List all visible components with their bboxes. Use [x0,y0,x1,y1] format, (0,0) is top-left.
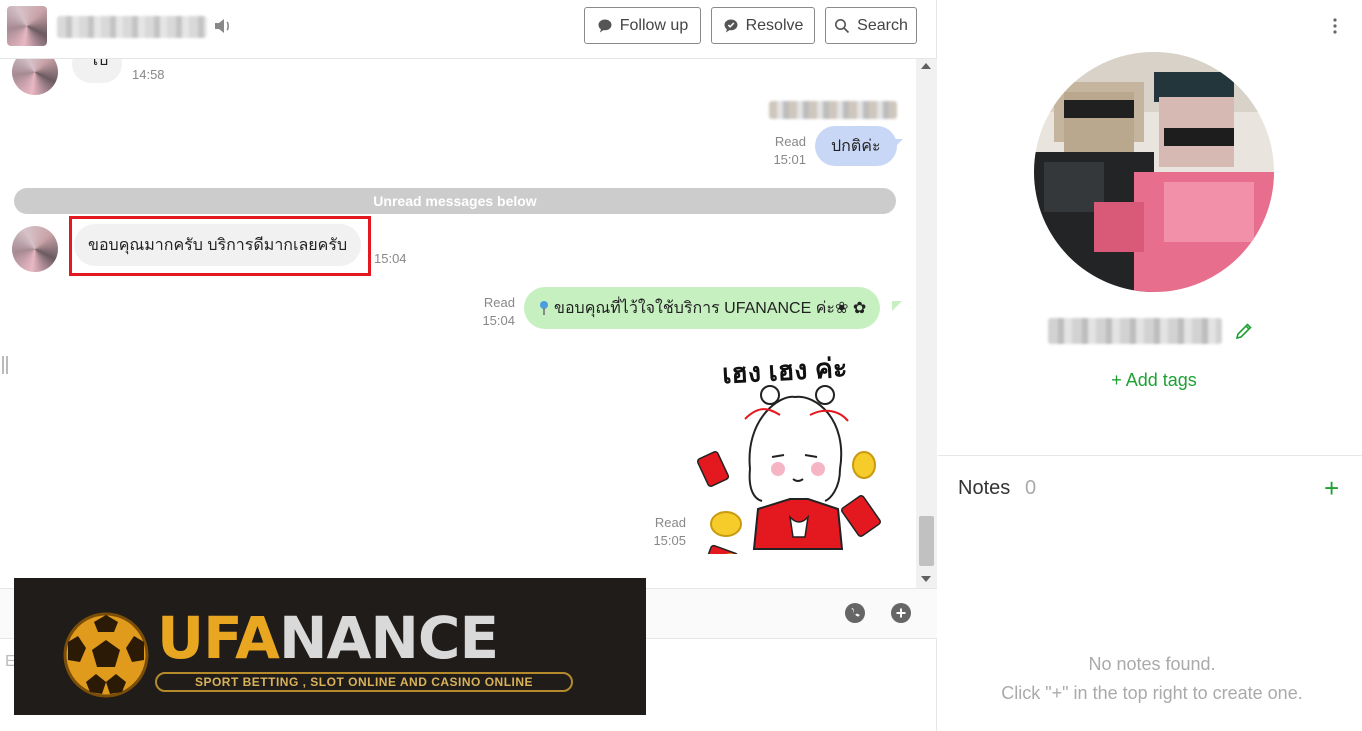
search-button[interactable]: Search [825,7,917,44]
scroll-thumb[interactable] [919,516,934,566]
contact-avatar[interactable] [7,6,47,46]
agent-name-redacted [769,101,897,119]
pin-icon [540,301,548,315]
profile-panel: + Add tags [938,0,1362,456]
soccer-ball-icon [63,612,149,698]
brand-text-rest: NANCE [278,604,499,672]
resolve-icon [724,19,738,32]
message-list[interactable]: ไป 14:58 Read 15:01 ปกติค่ะ Unread messa… [0,59,916,588]
message-text: ปกติค่ะ [831,137,881,155]
message-meta: Read 15:01 [762,133,806,169]
brand-logo-text: UFANANCE [157,608,499,668]
resolve-button[interactable]: Resolve [711,7,815,44]
contact-name-redacted [57,16,207,38]
add-note-button[interactable]: + [1324,475,1339,501]
call-icon[interactable] [844,602,866,624]
sender-avatar[interactable] [12,226,58,272]
edit-name-icon[interactable] [1234,321,1254,341]
chat-pane: Follow up Resolve Search ไป 14:58 Read 1 [0,0,937,731]
unread-divider: Unread messages below [14,188,896,214]
more-options-icon[interactable] [1332,16,1338,36]
speaker-icon[interactable] [213,16,233,36]
message-time: 15:05 [653,533,686,548]
follow-up-button[interactable]: Follow up [584,7,701,44]
bubble-tail [893,139,903,149]
message-bubble-outgoing[interactable]: ปกติค่ะ [815,126,897,166]
search-label: Search [857,16,908,34]
message-text: ขอบคุณที่ไว้ใจใช้บริการ UFANANCE ค่ะ❀ ✿ [554,299,867,317]
bubble-tail [892,301,902,311]
notes-title: Notes [958,477,1011,499]
read-status: Read [774,134,806,149]
resize-handle[interactable] [2,356,8,374]
add-tags-button[interactable]: + Add tags [938,370,1362,391]
read-status: Read [654,515,686,530]
brand-banner: UFANANCE SPORT BETTING , SLOT ONLINE AND… [14,578,646,715]
message-meta: Read 15:05 [642,514,686,550]
message-time: 15:01 [773,152,806,167]
message-bubble-outgoing[interactable]: ขอบคุณที่ไว้ใจใช้บริการ UFANANCE ค่ะ❀ ✿ [524,287,881,329]
follow-up-icon [598,19,612,32]
notes-panel: Notes 0 + No notes found. Click "+" in t… [938,457,1362,731]
message-text: ไป [90,59,109,69]
profile-photo [1034,52,1274,292]
scroll-up-arrow[interactable] [921,63,931,69]
brand-tagline: SPORT BETTING , SLOT ONLINE AND CASINO O… [155,672,573,692]
chat-header: Follow up Resolve Search [0,0,937,59]
message-bubble-incoming[interactable]: ไป [72,59,123,83]
read-status: Read [483,295,515,310]
sticker-image[interactable]: เฮง เฮง ค่ะ [690,349,900,554]
scroll-down-arrow[interactable] [921,576,931,582]
highlight-box [69,216,371,276]
add-chat-icon[interactable] [890,602,912,624]
notes-empty-line2: Click "+" in the top right to create one… [1001,683,1303,703]
follow-up-label: Follow up [619,16,689,34]
brand-text-gold: UFA [157,604,280,672]
sender-avatar[interactable] [12,59,58,95]
notes-empty-line1: No notes found. [1088,654,1216,674]
notes-empty-state: No notes found. Click "+" in the top rig… [938,650,1362,708]
message-time: 15:04 [374,251,407,266]
sticker-drawing [696,385,881,554]
message-time: 15:04 [482,313,515,328]
search-icon [835,18,850,33]
profile-name-redacted [1048,318,1222,344]
message-meta: Read 15:04 [470,294,515,330]
chat-app: Follow up Resolve Search ไป 14:58 Read 1 [0,0,1362,731]
profile-avatar[interactable] [1034,52,1274,292]
message-time: 14:58 [132,67,165,82]
chat-scrollbar[interactable] [916,59,937,588]
resolve-label: Resolve [745,16,804,34]
notes-count: 0 [1025,477,1037,499]
